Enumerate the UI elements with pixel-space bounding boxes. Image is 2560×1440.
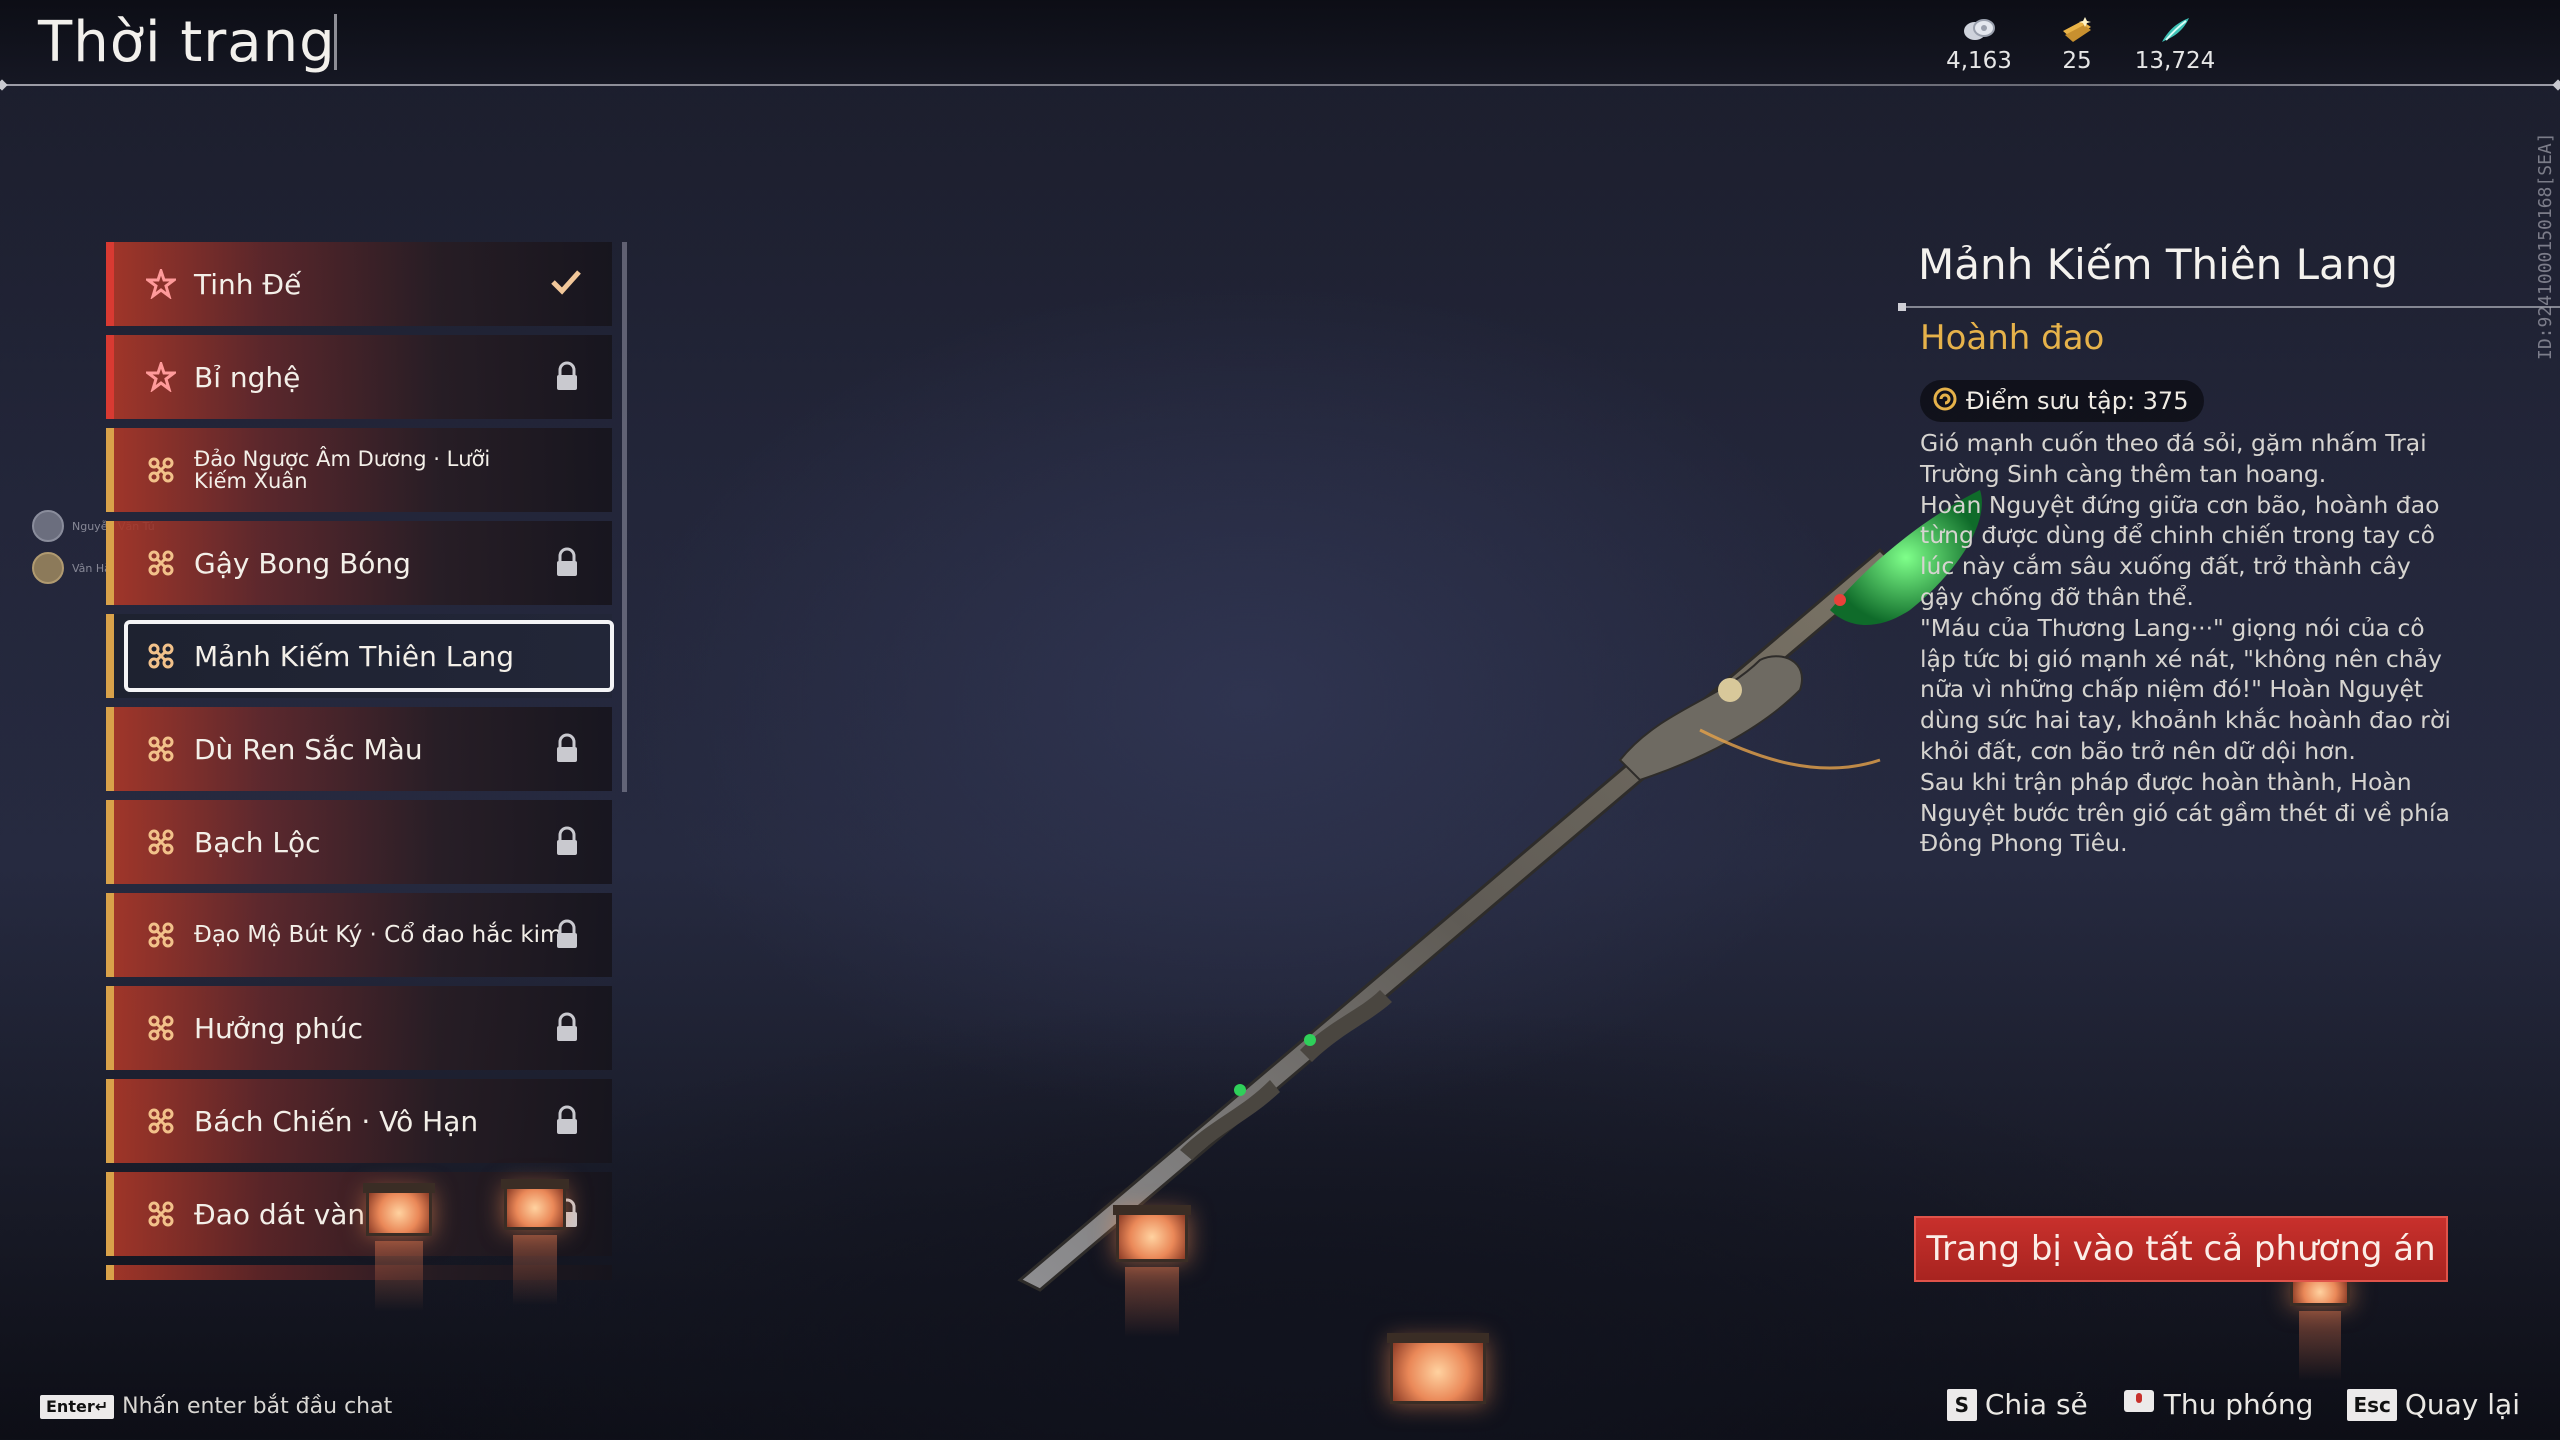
- collection-points-badge: Điểm sưu tập: 375: [1920, 380, 2205, 422]
- rarity-knot-icon: [144, 1104, 178, 1138]
- lock-icon: [554, 547, 580, 579]
- item-name: Mảnh Kiếm Thiên Lang: [1918, 240, 2399, 289]
- player-id-label: ID:9241000150168[SEA]: [2535, 132, 2556, 360]
- item-description: Gió mạnh cuốn theo đá sỏi, gặm nhấm Trại…: [1920, 428, 2460, 859]
- collection-points-icon: [1932, 386, 1958, 416]
- currency-tickets-value: 25: [2062, 48, 2092, 74]
- zoom-button[interactable]: Thu phóng: [2122, 1386, 2314, 1423]
- list-item-label: Bỉ nghệ: [194, 360, 301, 394]
- lock-icon: [554, 1012, 580, 1044]
- rarity-flower-icon: [144, 267, 178, 301]
- top-bar-divider: [0, 84, 2560, 86]
- list-item-tinh-de[interactable]: Tinh Đế: [106, 242, 612, 326]
- selection-frame: [124, 620, 614, 692]
- rarity-knot-icon: [144, 1197, 178, 1231]
- list-item-manh-kiem-thien-lang[interactable]: Mảnh Kiếm Thiên Lang: [106, 614, 614, 698]
- list-item-label: Đạo Mộ Bút Ký · Cổ đao hắc kim: [194, 922, 563, 948]
- lantern-decoration: [2287, 1271, 2353, 1381]
- weapon-model-image: [1017, 490, 1982, 1292]
- lock-icon: [554, 733, 580, 765]
- description-paragraph: Hoàn Nguyệt đứng giữa cơn bão, hoành đao…: [1920, 490, 2440, 611]
- zoom-label: Thu phóng: [2163, 1388, 2314, 1421]
- list-item-bi-nghe[interactable]: Bỉ nghệ: [106, 335, 612, 419]
- checkmark-icon: [550, 268, 582, 300]
- item-name-divider: [1898, 303, 2560, 311]
- list-item-gay-bong-bong[interactable]: Gậy Bong Bóng: [106, 521, 612, 605]
- currency-jade[interactable]: 13,724: [2126, 14, 2224, 74]
- list-item-du-ren-sac-mau[interactable]: Dù Ren Sắc Màu: [106, 707, 612, 791]
- outfit-list: Tinh Đế Bỉ nghệ Đảo Ngược Âm Dương · Lưỡ…: [106, 242, 626, 1280]
- list-item-label: Bách Chiến · Vô Hạn: [194, 1104, 479, 1138]
- gold-ticket-icon: [2060, 14, 2094, 46]
- lock-icon: [554, 1105, 580, 1137]
- lantern-decoration: [363, 1183, 435, 1311]
- description-paragraph: Gió mạnh cuốn theo đá sỏi, gặm nhấm Trại…: [1920, 429, 2427, 488]
- rarity-knot-icon: [144, 453, 178, 487]
- list-item-label: Dù Ren Sắc Màu: [194, 732, 423, 766]
- page-title: Thời trang: [38, 10, 336, 75]
- currency-tickets[interactable]: 25: [2028, 14, 2126, 74]
- chat-hint[interactable]: Enter↵ Nhấn enter bắt đầu chat: [40, 1394, 392, 1419]
- currency-coins[interactable]: 4,163: [1930, 14, 2028, 74]
- lantern-decoration: [501, 1179, 569, 1305]
- equip-all-presets-button[interactable]: Trang bị vào tất cả phương án: [1914, 1216, 2448, 1282]
- back-button[interactable]: Esc Quay lại: [2347, 1388, 2520, 1421]
- title-divider: [334, 14, 337, 70]
- list-item-bach-chien-vo-han[interactable]: Bách Chiến · Vô Hạn: [106, 1079, 612, 1163]
- lantern-decoration: [1387, 1333, 1489, 1404]
- rarity-knot-icon: [144, 825, 178, 859]
- collection-points-label: Điểm sưu tập: 375: [1966, 387, 2189, 415]
- rarity-knot-icon: [144, 732, 178, 766]
- enter-key-icon: Enter↵: [40, 1394, 115, 1419]
- coin-stack-icon: [1962, 14, 1996, 46]
- lock-icon: [554, 826, 580, 858]
- item-type: Hoành đao: [1920, 318, 2105, 358]
- list-scrollbar[interactable]: [622, 242, 627, 792]
- rarity-knot-icon: [144, 918, 178, 952]
- share-button[interactable]: S Chia sẻ: [1946, 1388, 2088, 1421]
- list-item-label: Bạch Lộc: [194, 825, 321, 859]
- rarity-knot-icon: [144, 546, 178, 580]
- rarity-flower-icon: [144, 360, 178, 394]
- jade-feather-icon: [2158, 14, 2192, 46]
- lock-icon: [554, 919, 580, 951]
- description-paragraph: "Máu của Thương Lang···" giọng nói của c…: [1920, 613, 2451, 765]
- currency-bar: 4,163 25 13,724: [1930, 14, 2224, 74]
- list-item-label: Đảo Ngược Âm Dương · Lưỡi Kiếm Xuân: [194, 447, 491, 493]
- avatar-image: [32, 552, 64, 584]
- list-item-label: Hưởng phúc: [194, 1011, 364, 1045]
- list-item-label: Gậy Bong Bóng: [194, 546, 411, 580]
- mouse-wheel-icon: [2122, 1386, 2156, 1423]
- currency-coins-value: 4,163: [1946, 48, 2012, 74]
- description-paragraph: Sau khi trận pháp được hoàn thành, Hoàn …: [1920, 767, 2450, 858]
- top-bar: Thời trang 4,163 25 13,724: [0, 0, 2560, 86]
- chat-hint-text: Nhấn enter bắt đầu chat: [122, 1394, 393, 1419]
- back-label: Quay lại: [2404, 1388, 2520, 1421]
- list-item-bach-loc[interactable]: Bạch Lộc: [106, 800, 612, 884]
- list-item-label: Tinh Đế: [194, 267, 302, 301]
- list-item-dao-nguoc-am-duong[interactable]: Đảo Ngược Âm Dương · Lưỡi Kiếm Xuân: [106, 428, 612, 512]
- currency-jade-value: 13,724: [2134, 48, 2216, 74]
- s-key-icon: S: [1946, 1388, 1977, 1421]
- avatar-image: [32, 510, 64, 542]
- list-item-dao-mo-but-ky[interactable]: Đạo Mộ Bút Ký · Cổ đao hắc kim: [106, 893, 612, 977]
- rarity-knot-icon: [144, 1011, 178, 1045]
- share-label: Chia sẻ: [1984, 1388, 2088, 1421]
- lock-icon: [554, 361, 580, 393]
- esc-key-icon: Esc: [2347, 1388, 2397, 1421]
- list-item-huong-phuc[interactable]: Hưởng phúc: [106, 986, 612, 1070]
- footer-actions: S Chia sẻ Thu phóng Esc Quay lại: [1946, 1386, 2520, 1423]
- list-item-label: Đao dát vàng: [194, 1197, 383, 1231]
- lantern-decoration: [1113, 1205, 1191, 1337]
